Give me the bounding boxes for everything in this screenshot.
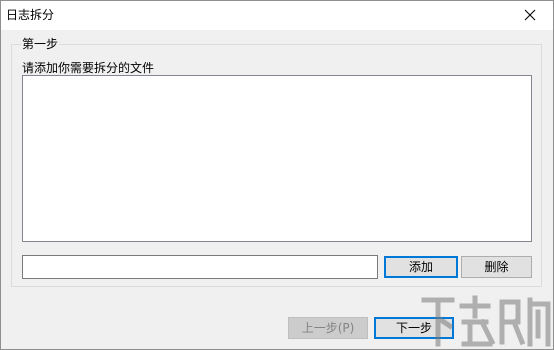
file-path-input[interactable] [22,255,378,279]
step-legend: 第一步 [21,37,60,51]
instruction-label: 请添加你需要拆分的文件 [22,61,155,75]
window-title: 日志拆分 [6,8,55,22]
dialog-window: 日志拆分 第一步 请添加你需要拆分的文件 添加 删除 上一步(P) 下一步 [0,0,554,350]
close-button[interactable] [507,1,553,30]
delete-button[interactable]: 删除 [461,256,532,278]
title-bar: 日志拆分 [1,1,553,30]
add-button[interactable]: 添加 [384,256,458,278]
next-step-button[interactable]: 下一步 [374,317,454,339]
previous-step-button[interactable]: 上一步(P) [288,317,368,339]
file-list[interactable] [22,75,532,242]
close-icon [524,9,536,21]
